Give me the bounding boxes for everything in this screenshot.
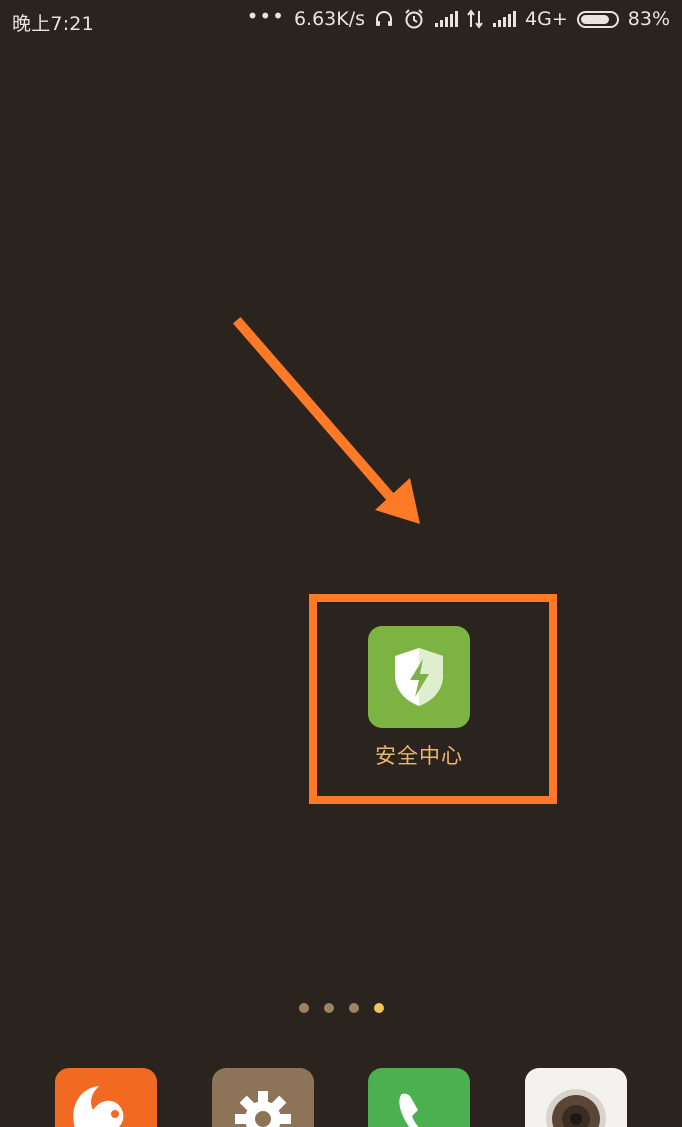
app-label: 安全中心	[375, 744, 463, 768]
page-dot-active[interactable]	[373, 1003, 384, 1013]
more-dots-icon: •••	[246, 4, 285, 28]
squirrel-icon	[73, 1086, 124, 1127]
headphone-icon	[374, 9, 394, 29]
page-indicator	[0, 1003, 682, 1013]
battery-percent: 83%	[627, 8, 670, 30]
battery-icon	[576, 10, 619, 28]
app-security-center[interactable]: 安全中心	[360, 626, 478, 770]
status-bar: 晚上7:21 ••• 6.63K/s 4G+ 83%	[0, 0, 682, 40]
annotation-arrow	[232, 316, 420, 524]
status-time: 晚上7:21	[12, 13, 94, 35]
home-screen: 晚上7:21 ••• 6.63K/s 4G+ 83% 安全中心	[0, 0, 682, 1127]
signal-icon	[492, 10, 517, 28]
network-type: 4G+	[525, 8, 568, 30]
status-icons: ••• 6.63K/s 4G+ 83%	[247, 4, 670, 30]
app-uc-browser[interactable]	[55, 1068, 157, 1127]
page-dot[interactable]	[298, 1003, 309, 1013]
camera-lens-icon	[546, 1089, 606, 1127]
app-settings[interactable]	[212, 1068, 314, 1127]
alarm-icon	[403, 8, 425, 30]
phone-icon	[399, 1093, 419, 1127]
app-phone[interactable]	[368, 1068, 470, 1127]
battery-fill	[580, 14, 609, 24]
page-dot[interactable]	[348, 1003, 359, 1013]
gear-icon	[235, 1091, 291, 1127]
app-camera[interactable]	[525, 1068, 627, 1127]
dock	[0, 1068, 682, 1127]
net-speed: 6.63K/s	[293, 8, 366, 30]
data-arrows-icon	[467, 9, 483, 29]
signal-icon	[434, 10, 459, 28]
shield-lightning-icon[interactable]	[368, 626, 470, 728]
page-dot[interactable]	[323, 1003, 334, 1013]
